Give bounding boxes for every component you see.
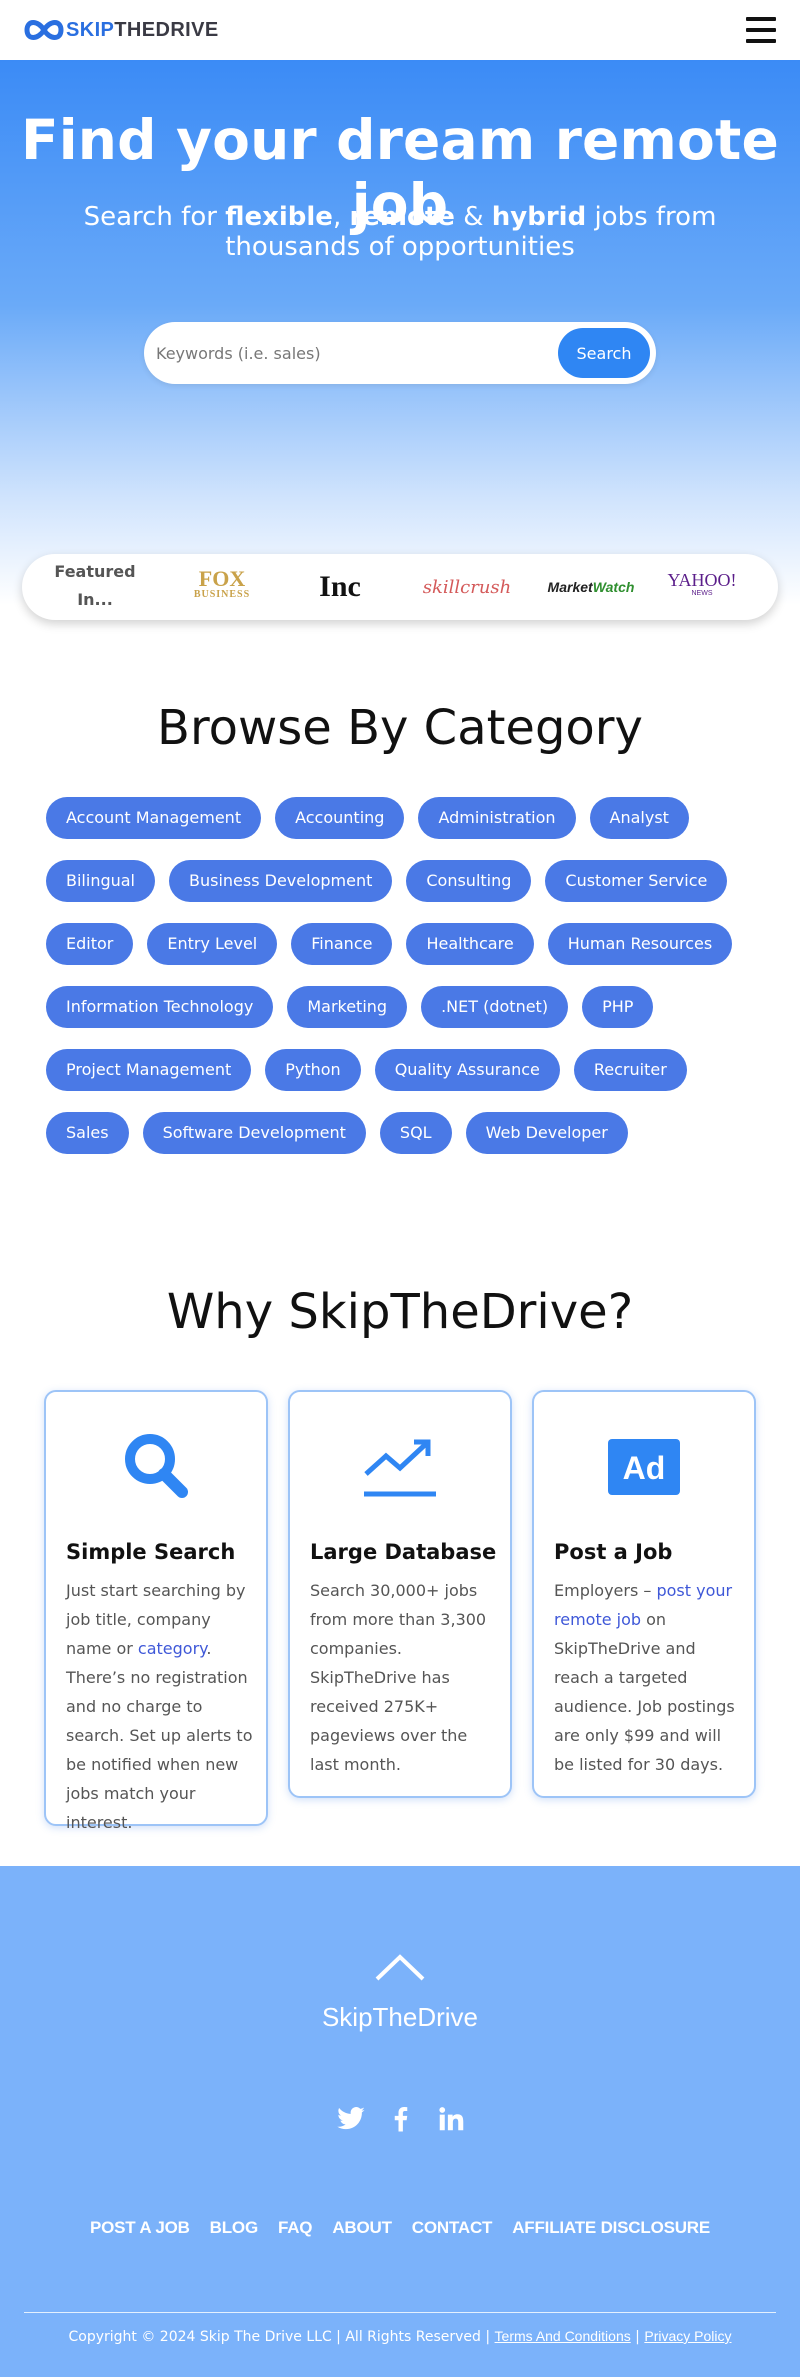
back-to-top-icon[interactable]: [374, 1952, 426, 1982]
category-chip[interactable]: Web Developer: [465, 1112, 628, 1154]
terms-link[interactable]: Terms And Conditions: [495, 2328, 631, 2344]
category-chip[interactable]: Information Technology: [46, 986, 274, 1028]
footer-divider: [24, 2312, 776, 2313]
category-list: Account Management Accounting Administra…: [46, 797, 766, 1154]
featured-in-label: Featured In...: [54, 562, 136, 609]
category-chip[interactable]: Analyst: [589, 797, 689, 839]
category-chip[interactable]: Editor: [46, 923, 134, 965]
trending-up-icon: [290, 1422, 510, 1512]
category-chip[interactable]: PHP: [582, 986, 654, 1028]
card-text: Search 30,000+ jobs from more than 3,300…: [310, 1581, 487, 1774]
category-chip[interactable]: SQL: [379, 1112, 452, 1154]
category-chip[interactable]: Marketing: [287, 986, 408, 1028]
featured-in-bar: Featured In... FOX BUSINESS Inc skillcrus…: [22, 554, 778, 620]
footer-link-blog[interactable]: BLOG: [210, 2218, 259, 2238]
top-navbar: SKIPTHEDRIVE: [0, 0, 800, 60]
card-title: Large Database: [310, 1540, 497, 1564]
footer-link-contact[interactable]: CONTACT: [412, 2218, 493, 2238]
category-chip[interactable]: Human Resources: [547, 923, 733, 965]
logo-wordmark: SKIPTHEDRIVE: [66, 18, 219, 41]
hero-section: Find your dream remote job Search for fl…: [0, 60, 800, 620]
social-links: [336, 2104, 466, 2134]
card-text: Employers – post your remote job on Skip…: [554, 1581, 735, 1774]
hamburger-menu-icon[interactable]: [746, 17, 776, 43]
category-link[interactable]: category: [138, 1639, 206, 1658]
footer-brand: SkipTheDrive: [321, 2002, 479, 2032]
category-chip[interactable]: .NET (dotnet): [421, 986, 569, 1028]
footer-link-about[interactable]: ABOUT: [332, 2218, 392, 2238]
category-chip[interactable]: Recruiter: [573, 1049, 687, 1091]
browse-category-heading: Browse By Category: [157, 700, 643, 756]
copyright: Copyright © 2024 Skip The Drive LLC | Al…: [68, 2328, 732, 2345]
category-chip[interactable]: Sales: [46, 1112, 129, 1154]
category-chip[interactable]: Healthcare: [406, 923, 534, 965]
category-chip[interactable]: Python: [265, 1049, 361, 1091]
category-chip[interactable]: Account Management: [46, 797, 262, 839]
category-chip[interactable]: Quality Assurance: [374, 1049, 560, 1091]
footer-link-post-job[interactable]: POST A JOB: [90, 2218, 190, 2238]
category-chip[interactable]: Customer Service: [545, 860, 728, 902]
card-title: Post a Job: [554, 1540, 673, 1564]
card-title: Simple Search: [66, 1540, 236, 1564]
footer-link-faq[interactable]: FAQ: [278, 2218, 313, 2238]
category-chip[interactable]: Bilingual: [46, 860, 155, 902]
skillcrush-logo: skillcrush: [422, 576, 512, 598]
category-chip[interactable]: Entry Level: [147, 923, 278, 965]
why-heading: Why SkipTheDrive?: [166, 1284, 634, 1340]
feature-card-simple-search: Simple Search Just start searching by jo…: [44, 1390, 268, 1832]
feature-card-large-database: Large Database Search 30,000+ jobs from …: [288, 1390, 512, 1798]
inc-logo: Inc: [319, 570, 361, 603]
category-chip[interactable]: Project Management: [46, 1049, 252, 1091]
site-logo[interactable]: SKIPTHEDRIVE: [24, 12, 219, 48]
svg-text:Ad: Ad: [623, 1450, 666, 1486]
category-chip[interactable]: Administration: [418, 797, 576, 839]
linkedin-icon[interactable]: [436, 2104, 466, 2134]
category-chip[interactable]: Accounting: [275, 797, 405, 839]
feature-card-post-job: Ad Post a Job Employers – post your remo…: [532, 1390, 756, 1798]
facebook-icon[interactable]: [386, 2104, 416, 2134]
category-chip[interactable]: Software Development: [142, 1112, 366, 1154]
twitter-icon[interactable]: [336, 2104, 366, 2134]
privacy-link[interactable]: Privacy Policy: [644, 2328, 731, 2344]
logo-loop-icon: [24, 20, 64, 40]
marketwatch-logo: Market Watch: [547, 579, 635, 595]
yahoo-news-logo: YAHOO! NEWS: [667, 570, 737, 597]
fox-business-logo: FOX BUSINESS: [193, 566, 251, 601]
site-footer: SkipTheDrive POST A JOB BLOG FAQ ABOUT C…: [0, 1866, 800, 2377]
category-chip[interactable]: Finance: [291, 923, 393, 965]
magnifier-icon: [46, 1422, 266, 1512]
footer-nav: POST A JOB BLOG FAQ ABOUT CONTACT AFFILI…: [0, 2218, 800, 2238]
card-text: Just start searching by job title, compa…: [66, 1581, 253, 1832]
category-chip[interactable]: Consulting: [406, 860, 532, 902]
category-chip[interactable]: Business Development: [169, 860, 393, 902]
search-bar: Search: [144, 322, 656, 384]
search-button[interactable]: Search: [558, 328, 650, 378]
hero-subtitle: Search for flexible, remote & hybrid job…: [83, 202, 717, 262]
ad-icon: Ad: [534, 1422, 754, 1512]
footer-link-affiliate-disclosure[interactable]: AFFILIATE DISCLOSURE: [512, 2218, 710, 2238]
keyword-search-input[interactable]: [156, 322, 556, 384]
